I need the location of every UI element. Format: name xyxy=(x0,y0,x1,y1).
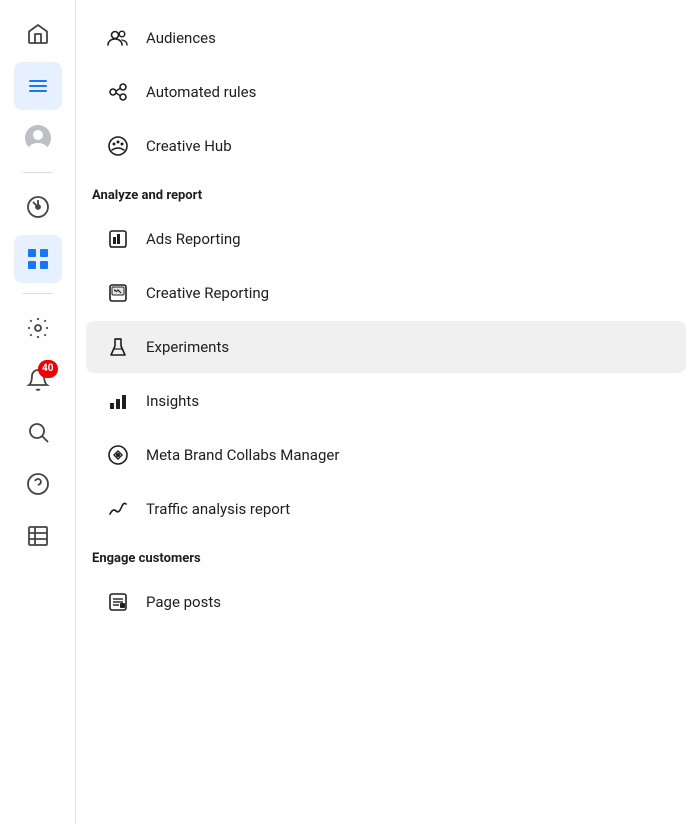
menu-item-page-posts[interactable]: Page posts xyxy=(86,576,686,628)
menu-item-audiences[interactable]: Audiences xyxy=(86,12,686,64)
divider-2 xyxy=(23,293,53,294)
menu-item-insights[interactable]: Insights xyxy=(86,375,686,427)
engage-customers-header: Engage customers xyxy=(76,537,696,574)
insights-icon xyxy=(102,385,134,417)
menu-item-ads-reporting[interactable]: Ads Reporting xyxy=(86,213,686,265)
audiences-label: Audiences xyxy=(146,29,216,47)
automated-rules-label: Automated rules xyxy=(146,83,256,101)
creative-reporting-label: Creative Reporting xyxy=(146,284,269,302)
menu-item-traffic-analysis[interactable]: Traffic analysis report xyxy=(86,483,686,535)
analyze-report-header: Analyze and report xyxy=(76,174,696,211)
help-icon-button[interactable] xyxy=(14,460,62,508)
automated-rules-icon xyxy=(102,76,134,108)
menu-item-automated-rules[interactable]: Automated rules xyxy=(86,66,686,118)
icon-bar: 40 xyxy=(0,0,76,824)
experiments-icon xyxy=(102,331,134,363)
menu-item-meta-brand[interactable]: Meta Brand Collabs Manager xyxy=(86,429,686,481)
traffic-analysis-label: Traffic analysis report xyxy=(146,500,290,518)
menu-icon-button[interactable] xyxy=(14,62,62,110)
experiments-label: Experiments xyxy=(146,338,229,356)
menu-item-creative-hub[interactable]: Creative Hub xyxy=(86,120,686,172)
creative-hub-icon xyxy=(102,130,134,162)
ads-reporting-icon xyxy=(102,223,134,255)
home-icon-button[interactable] xyxy=(14,10,62,58)
menu-item-creative-reporting[interactable]: Creative Reporting xyxy=(86,267,686,319)
page-posts-label: Page posts xyxy=(146,593,221,611)
search-icon-button[interactable] xyxy=(14,408,62,456)
audiences-icon xyxy=(102,22,134,54)
meta-brand-icon xyxy=(102,439,134,471)
notification-count-badge: 40 xyxy=(38,360,57,378)
creative-reporting-icon xyxy=(102,277,134,309)
menu-panel: Audiences Automated rules Creative Hub xyxy=(76,0,696,824)
traffic-analysis-icon xyxy=(102,493,134,525)
notifications-icon-button[interactable]: 40 xyxy=(14,356,62,404)
grid-icon-button[interactable] xyxy=(14,235,62,283)
page-posts-icon xyxy=(102,586,134,618)
settings-icon-button[interactable] xyxy=(14,304,62,352)
menu-item-experiments[interactable]: Experiments xyxy=(86,321,686,373)
divider-1 xyxy=(23,172,53,173)
ads-reporting-label: Ads Reporting xyxy=(146,230,241,248)
insights-label: Insights xyxy=(146,392,199,410)
profile-icon-button[interactable] xyxy=(14,114,62,162)
creative-hub-label: Creative Hub xyxy=(146,137,232,155)
analytics-icon-button[interactable] xyxy=(14,512,62,560)
dial-icon-button[interactable] xyxy=(14,183,62,231)
meta-brand-label: Meta Brand Collabs Manager xyxy=(146,446,339,464)
